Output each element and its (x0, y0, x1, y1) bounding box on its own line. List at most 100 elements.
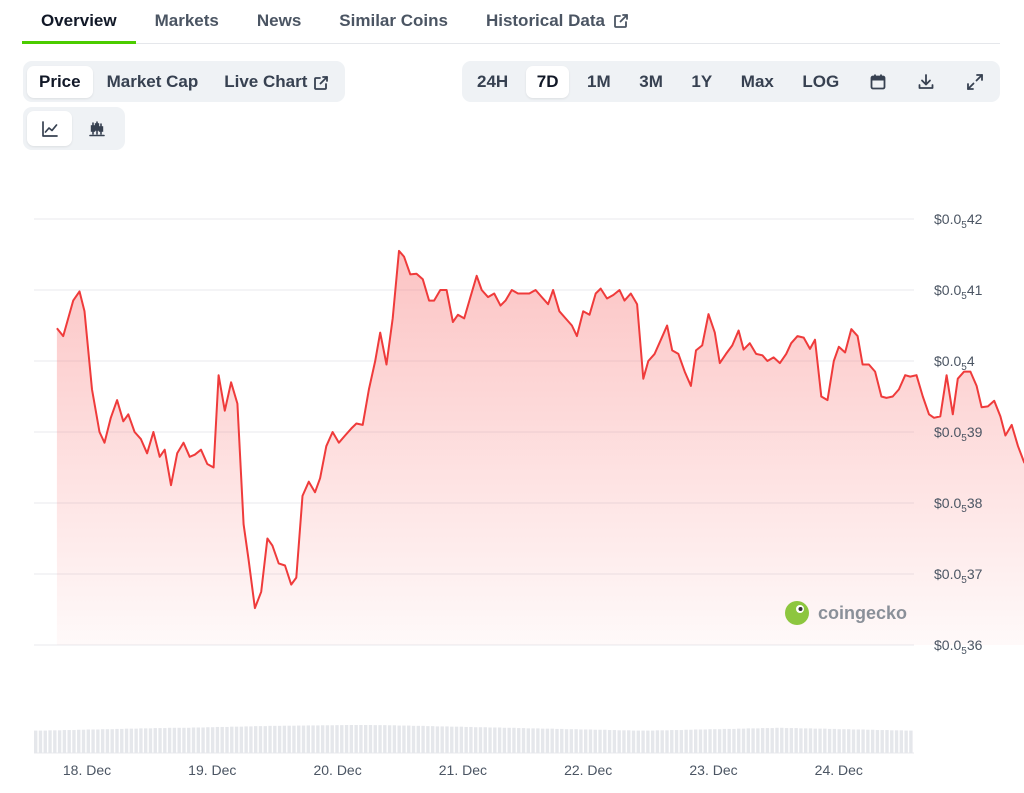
line-chart-button[interactable] (27, 111, 72, 146)
volume-bar (244, 726, 248, 753)
volume-bar (713, 729, 717, 753)
volume-bar (445, 726, 449, 753)
volume-bar (708, 729, 712, 753)
volume-bar (694, 729, 698, 753)
volume-bar (177, 727, 181, 753)
range-1m-button[interactable]: 1M (576, 66, 622, 98)
volume-bar (450, 726, 454, 753)
tab-similar-coins[interactable]: Similar Coins (320, 0, 467, 44)
y-tick-label: $0.054 (934, 353, 975, 373)
range-24h-button[interactable]: 24H (466, 66, 519, 98)
volume-bar (454, 726, 459, 753)
volume-bar (191, 727, 196, 753)
volume-bar (483, 727, 487, 753)
chart-type-selector (23, 107, 125, 150)
y-tick-label: $0.0536 (934, 637, 983, 657)
volume-bar (555, 728, 559, 753)
volume-bar (670, 730, 674, 753)
candlestick-chart-button[interactable] (74, 111, 119, 146)
volume-bar (689, 729, 693, 753)
volume-bar (134, 728, 138, 753)
live-chart-button[interactable]: Live Chart (212, 66, 341, 98)
volume-bar (674, 730, 679, 753)
download-button[interactable] (905, 66, 947, 98)
calendar-button[interactable] (857, 66, 899, 98)
volume-bar (62, 730, 67, 753)
volume-bars (34, 725, 913, 753)
volume-bar (584, 729, 588, 753)
volume-bar (239, 726, 244, 753)
volume-bar (201, 727, 205, 753)
volume-bar (383, 725, 387, 753)
range-max-button[interactable]: Max (730, 66, 785, 98)
volume-bar (847, 729, 851, 753)
volume-bar (297, 725, 301, 753)
range-3m-button[interactable]: 3M (628, 66, 674, 98)
tab-historical-data[interactable]: Historical Data (467, 0, 648, 44)
volume-bar (478, 727, 483, 753)
volume-bar (827, 728, 832, 753)
metric-price-button[interactable]: Price (27, 65, 93, 98)
volume-bar (856, 729, 860, 753)
volume-bar (124, 728, 129, 753)
volume-bar (96, 729, 100, 753)
volume-bar (220, 726, 224, 753)
price-area (56, 250, 1024, 645)
tab-news[interactable]: News (238, 0, 320, 44)
volume-bar (249, 726, 253, 753)
range-7d-button[interactable]: 7D (525, 65, 570, 98)
volume-bar (536, 728, 540, 753)
volume-bar (627, 730, 631, 753)
log-scale-button[interactable]: LOG (791, 66, 850, 98)
volume-bar (569, 729, 574, 753)
volume-bar (794, 728, 798, 753)
volume-bar (885, 730, 889, 753)
volume-bar (292, 725, 296, 753)
volume-bar (392, 725, 397, 753)
x-tick-label: 21. Dec (439, 762, 487, 778)
volume-bar (607, 730, 612, 753)
volume-bar (631, 730, 636, 753)
volume-bar (861, 729, 865, 753)
volume-bar (43, 730, 47, 753)
volume-bar (588, 729, 593, 753)
external-link-icon (314, 75, 329, 90)
tab-markets[interactable]: Markets (136, 0, 238, 44)
volume-bar (837, 729, 841, 753)
volume-bar (311, 725, 315, 753)
price-chart[interactable]: $0.0542$0.0541$0.054$0.0539$0.0538$0.053… (0, 150, 1024, 793)
volume-bar (306, 725, 310, 753)
metric-market-cap-button[interactable]: Market Cap (95, 66, 211, 98)
volume-bar (842, 729, 846, 753)
volume-bar (564, 729, 569, 753)
volume-bar (655, 730, 660, 753)
volume-bar (225, 726, 229, 753)
volume-bar (426, 726, 430, 753)
volume-bar (813, 728, 817, 753)
volume-bar (344, 725, 349, 753)
volume-bar (416, 725, 420, 753)
volume-bar (67, 730, 71, 753)
tab-overview[interactable]: Overview (22, 0, 136, 44)
volume-bar (650, 730, 655, 753)
range-24h-label: 24H (477, 71, 509, 91)
x-tick-label: 20. Dec (313, 762, 361, 778)
volume-bar (799, 728, 803, 753)
volume-bar (880, 730, 884, 753)
volume-bar (727, 728, 731, 753)
volume-bar (129, 728, 134, 753)
volume-bar (550, 728, 554, 753)
volume-bar (770, 728, 774, 753)
volume-bar (789, 728, 794, 753)
range-1y-button[interactable]: 1Y (680, 66, 723, 98)
volume-bar (851, 729, 856, 753)
volume-bar (818, 728, 822, 753)
volume-bar (531, 728, 535, 753)
range-max-label: Max (740, 71, 774, 91)
fullscreen-button[interactable] (954, 66, 996, 98)
volume-bar (459, 726, 464, 753)
top-nav: Overview Markets News Similar Coins Hist… (22, 0, 1000, 44)
volume-bar (823, 728, 827, 753)
calendar-icon (870, 74, 886, 89)
volume-bar (646, 730, 650, 753)
